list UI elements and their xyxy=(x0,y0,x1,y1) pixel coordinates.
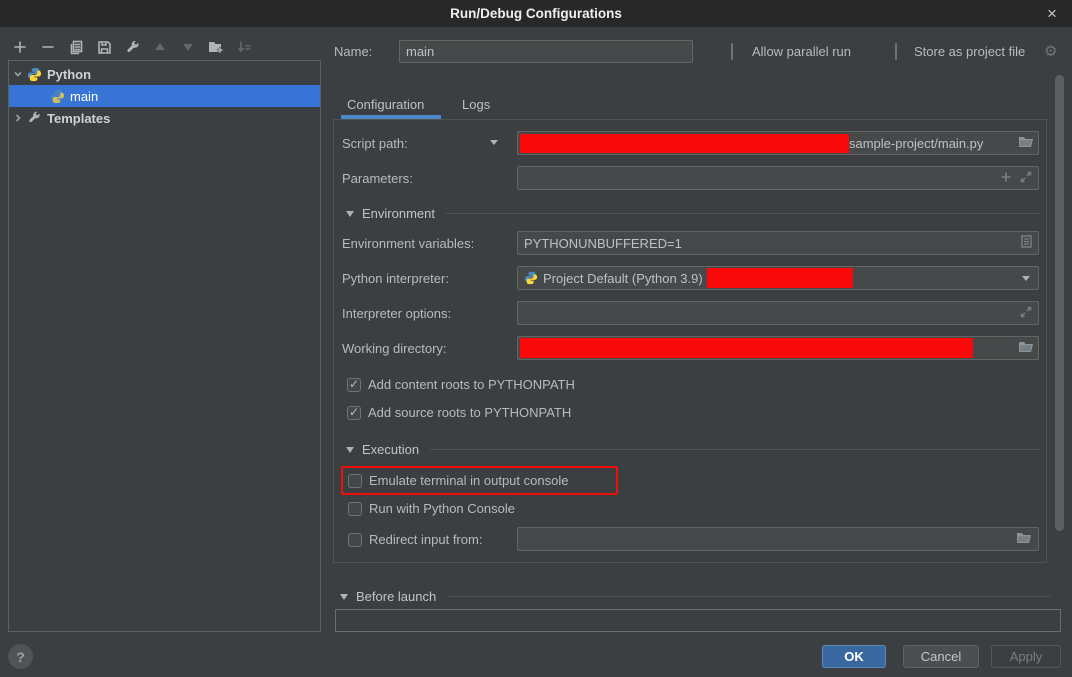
cancel-button[interactable]: Cancel xyxy=(903,645,979,668)
add-content-roots-checkbox[interactable] xyxy=(347,378,361,392)
copy-icon[interactable] xyxy=(68,39,84,55)
python-icon xyxy=(50,89,65,104)
allow-parallel-run-checkbox[interactable] xyxy=(731,43,733,60)
add-content-roots-row[interactable]: Add content roots to PYTHONPATH xyxy=(347,377,575,392)
help-button[interactable]: ? xyxy=(8,644,33,669)
configurations-tree: Python main Templates xyxy=(8,60,321,632)
execution-section-label: Execution xyxy=(362,442,419,457)
redaction-block xyxy=(520,338,973,358)
redaction-block xyxy=(707,268,853,288)
environment-section-label: Environment xyxy=(362,206,435,221)
interpreter-options-field[interactable] xyxy=(517,301,1039,325)
folder-icon[interactable] xyxy=(1016,531,1032,547)
chevron-down-icon[interactable] xyxy=(9,69,27,79)
tree-item-python[interactable]: Python xyxy=(9,63,320,85)
parameters-field-icons xyxy=(1000,171,1032,186)
before-launch-section-header[interactable]: Before launch xyxy=(340,589,1050,604)
python-interpreter-label: Python interpreter: xyxy=(342,271,449,286)
environment-variables-field[interactable]: PYTHONUNBUFFERED=1 xyxy=(517,231,1039,255)
python-interpreter-combobox[interactable]: Project Default (Python 3.9) xyxy=(517,266,1039,290)
working-directory-field[interactable] xyxy=(517,336,1039,360)
script-path-dropdown-icon[interactable] xyxy=(490,140,498,145)
section-rule xyxy=(446,213,1040,214)
store-as-project-file-checkbox[interactable] xyxy=(895,43,897,60)
redaction-block xyxy=(520,134,849,153)
environment-variables-label: Environment variables: xyxy=(342,236,474,251)
apply-button: Apply xyxy=(991,645,1061,668)
save-icon[interactable] xyxy=(96,39,112,55)
run-with-python-console-checkbox[interactable] xyxy=(348,502,362,516)
move-down-icon xyxy=(180,39,196,55)
parameters-label: Parameters: xyxy=(342,171,413,186)
sort-alphabetically-icon xyxy=(236,39,252,55)
working-directory-label: Working directory: xyxy=(342,341,447,356)
run-with-python-console-row[interactable]: Run with Python Console xyxy=(348,501,515,516)
environment-section-header[interactable]: Environment xyxy=(346,206,1040,221)
redirect-input-field[interactable] xyxy=(517,527,1039,551)
tree-item-main[interactable]: main xyxy=(9,85,320,107)
tree-item-label: Templates xyxy=(47,111,110,126)
add-icon[interactable] xyxy=(12,39,28,55)
configurations-toolbar xyxy=(12,37,252,57)
tree-item-templates[interactable]: Templates xyxy=(9,107,320,129)
emulate-terminal-row[interactable]: Emulate terminal in output console xyxy=(348,473,568,488)
python-icon xyxy=(524,271,538,285)
section-rule xyxy=(447,596,1050,597)
store-as-project-file-label[interactable]: Store as project file xyxy=(914,44,1025,59)
before-launch-task-list[interactable] xyxy=(335,609,1061,632)
before-launch-label: Before launch xyxy=(356,589,436,604)
collapse-triangle-icon[interactable] xyxy=(340,594,348,600)
remove-icon[interactable] xyxy=(40,39,56,55)
browse-variables-icon[interactable] xyxy=(1021,235,1032,251)
tree-item-label: Python xyxy=(47,67,91,82)
vertical-scrollbar[interactable] xyxy=(1055,75,1064,531)
new-folder-icon[interactable] xyxy=(208,39,224,55)
expand-field-icon[interactable] xyxy=(1020,171,1032,186)
emulate-terminal-checkbox[interactable] xyxy=(348,474,362,488)
edit-templates-wrench-icon[interactable] xyxy=(124,39,140,55)
chevron-down-icon[interactable] xyxy=(1022,276,1030,281)
add-source-roots-row[interactable]: Add source roots to PYTHONPATH xyxy=(347,405,571,420)
redirect-input-row[interactable]: Redirect input from: xyxy=(348,532,482,547)
add-source-roots-checkbox[interactable] xyxy=(347,406,361,420)
ok-button[interactable]: OK xyxy=(822,645,886,668)
dialog-title: Run/Debug Configurations xyxy=(450,6,622,21)
tab-configuration[interactable]: Configuration xyxy=(347,97,424,112)
python-icon xyxy=(27,67,42,82)
script-path-field[interactable]: sample-project/main.py xyxy=(517,131,1039,155)
execution-section-header[interactable]: Execution xyxy=(346,442,1040,457)
redirect-input-checkbox[interactable] xyxy=(348,533,362,547)
name-input[interactable] xyxy=(399,40,693,63)
allow-parallel-run-label[interactable]: Allow parallel run xyxy=(752,44,851,59)
gear-icon[interactable]: ⚙ xyxy=(1044,42,1057,60)
wrench-icon xyxy=(27,111,42,126)
collapse-triangle-icon[interactable] xyxy=(346,211,354,217)
script-path-value: sample-project/main.py xyxy=(849,136,983,151)
close-icon[interactable]: × xyxy=(1040,0,1064,27)
add-source-roots-label: Add source roots to PYTHONPATH xyxy=(368,405,571,420)
script-path-label: Script path: xyxy=(342,136,408,151)
section-rule xyxy=(430,449,1040,450)
add-content-roots-label: Add content roots to PYTHONPATH xyxy=(368,377,575,392)
collapse-triangle-icon[interactable] xyxy=(346,447,354,453)
folder-icon[interactable] xyxy=(1018,135,1034,151)
tab-logs[interactable]: Logs xyxy=(462,97,490,112)
tree-item-label: main xyxy=(70,89,98,104)
expand-field-icon[interactable] xyxy=(1020,306,1032,321)
run-with-python-console-label: Run with Python Console xyxy=(369,501,515,516)
python-interpreter-value: Project Default (Python 3.9) xyxy=(543,271,703,286)
emulate-terminal-label: Emulate terminal in output console xyxy=(369,473,568,488)
redirect-input-label: Redirect input from: xyxy=(369,532,482,547)
parameters-field[interactable] xyxy=(517,166,1039,190)
move-up-icon xyxy=(152,39,168,55)
dialog-titlebar: Run/Debug Configurations × xyxy=(0,0,1072,27)
environment-variables-value: PYTHONUNBUFFERED=1 xyxy=(524,236,682,251)
name-label: Name: xyxy=(334,44,372,59)
folder-icon[interactable] xyxy=(1018,340,1034,356)
insert-macro-plus-icon[interactable] xyxy=(1000,171,1012,186)
chevron-right-icon[interactable] xyxy=(9,113,27,123)
interpreter-options-label: Interpreter options: xyxy=(342,306,451,321)
